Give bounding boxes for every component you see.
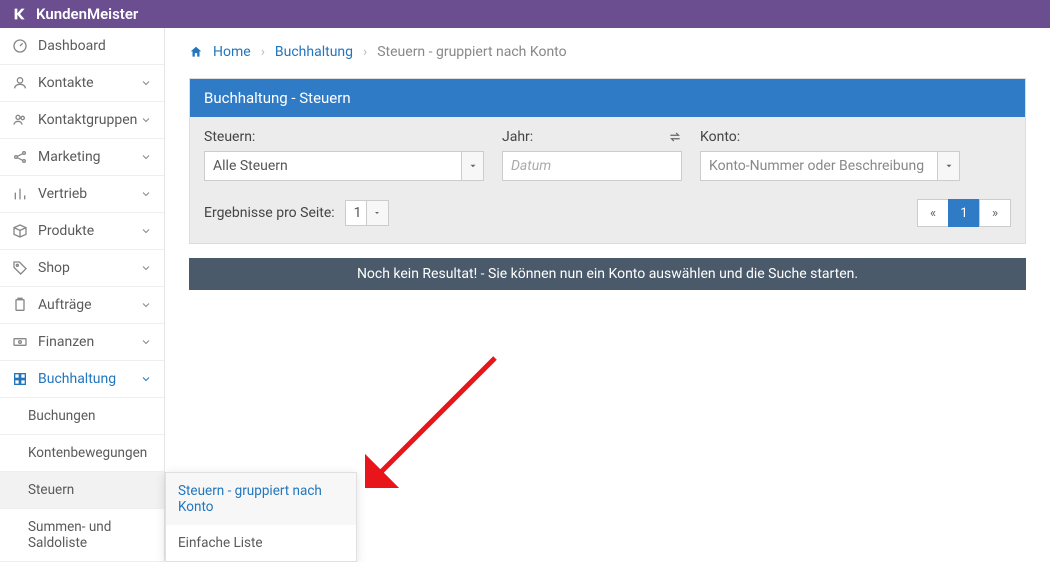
jahr-input[interactable]	[511, 158, 673, 174]
breadcrumb-home[interactable]: Home	[213, 44, 251, 60]
sub-item-kontenbewegungen[interactable]: Kontenbewegungen	[0, 435, 164, 472]
sidebar-item-dashboard[interactable]: Dashboard	[0, 28, 164, 65]
chevron-down-icon	[140, 336, 152, 348]
users-icon	[12, 112, 28, 128]
clipboard-icon	[12, 297, 28, 313]
brand-name: KundenMeister	[36, 5, 138, 23]
konto-combo[interactable]: Konto-Nummer oder Beschreibung	[700, 151, 960, 181]
sidebar: Dashboard Kontakte Kontaktgruppen Market…	[0, 28, 165, 561]
caret-down-icon	[366, 201, 388, 225]
flyout-item-einfache-liste[interactable]: Einfache Liste	[166, 525, 356, 561]
sidebar-item-kontaktgruppen[interactable]: Kontaktgruppen	[0, 102, 164, 139]
chevron-down-icon	[140, 77, 152, 89]
box-icon	[12, 223, 28, 239]
brand-logo-icon	[12, 6, 28, 22]
sidebar-item-finanzen[interactable]: Finanzen	[0, 324, 164, 361]
sidebar-item-produkte[interactable]: Produkte	[0, 213, 164, 250]
breadcrumb-separator: ›	[363, 44, 367, 60]
jahr-label: Jahr:	[502, 129, 533, 145]
user-icon	[12, 75, 28, 91]
status-message: Noch kein Resultat! - Sie können nun ein…	[189, 258, 1026, 290]
results-per-page-select[interactable]: 1	[345, 200, 389, 226]
chevron-down-icon	[140, 188, 152, 200]
tag-icon	[12, 260, 28, 276]
chevron-down-icon	[140, 299, 152, 311]
money-icon	[12, 334, 28, 350]
sidebar-item-vertrieb[interactable]: Vertrieb	[0, 176, 164, 213]
grid-icon	[12, 371, 28, 387]
sidebar-item-marketing[interactable]: Marketing	[0, 139, 164, 176]
breadcrumb: Home › Buchhaltung › Steuern - gruppiert…	[189, 44, 1026, 60]
jahr-input-wrap	[502, 151, 682, 181]
breadcrumb-separator: ›	[261, 44, 265, 60]
filter-panel: Buchhaltung - Steuern Steuern: Alle Steu…	[189, 78, 1026, 244]
gauge-icon	[12, 38, 28, 54]
steuern-select[interactable]: Alle Steuern	[204, 151, 484, 181]
buchhaltung-submenu: Buchungen Kontenbewegungen Steuern Steue…	[0, 398, 164, 562]
flyout-item-gruppiert-konto[interactable]: Steuern - gruppiert nach Konto	[166, 473, 356, 525]
steuern-label: Steuern:	[204, 129, 484, 145]
konto-label: Konto:	[700, 129, 960, 145]
breadcrumb-current: Steuern - gruppiert nach Konto	[377, 44, 566, 60]
share-icon	[12, 149, 28, 165]
pager-page-1[interactable]: 1	[948, 199, 980, 227]
caret-down-icon	[461, 152, 483, 180]
pager-prev[interactable]: «	[917, 199, 949, 227]
steuern-flyout: Steuern - gruppiert nach Konto Einfache …	[165, 472, 357, 562]
breadcrumb-buchhaltung[interactable]: Buchhaltung	[275, 44, 353, 60]
swap-icon[interactable]	[668, 130, 682, 144]
sidebar-item-buchhaltung[interactable]: Buchhaltung	[0, 361, 164, 398]
sub-item-buchungen[interactable]: Buchungen	[0, 398, 164, 435]
pager-next[interactable]: »	[979, 199, 1011, 227]
pager: « 1 »	[918, 199, 1011, 227]
chevron-down-icon	[140, 151, 152, 163]
sidebar-item-kontakte[interactable]: Kontakte	[0, 65, 164, 102]
bars-icon	[12, 186, 28, 202]
panel-title: Buchhaltung - Steuern	[190, 79, 1025, 117]
topbar: KundenMeister	[0, 0, 1050, 28]
results-per-page-label: Ergebnisse pro Seite:	[204, 205, 335, 221]
chevron-down-icon	[140, 373, 152, 385]
sub-item-steuern[interactable]: Steuern Steuern - gruppiert nach Konto E…	[0, 472, 164, 509]
chevron-down-icon	[140, 114, 152, 126]
caret-down-icon	[937, 152, 959, 180]
sub-item-summen-saldoliste[interactable]: Summen- und Saldoliste	[0, 509, 164, 562]
chevron-down-icon	[140, 225, 152, 237]
home-icon	[189, 45, 203, 59]
sidebar-item-auftraege[interactable]: Aufträge	[0, 287, 164, 324]
sidebar-item-shop[interactable]: Shop	[0, 250, 164, 287]
chevron-down-icon	[140, 262, 152, 274]
